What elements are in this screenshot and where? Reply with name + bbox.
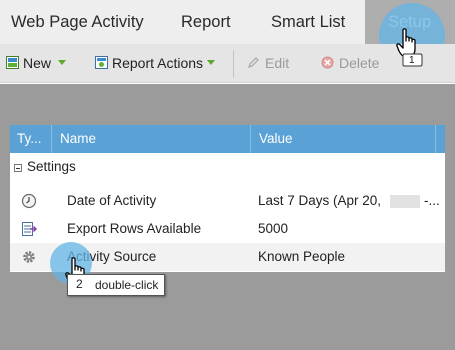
grid-header: Ty... Name Value bbox=[10, 125, 445, 153]
step-number: 1 bbox=[409, 55, 415, 66]
row-value: Known People bbox=[258, 249, 346, 264]
step-number: 2 bbox=[76, 277, 83, 291]
double-click-callout: 2 double-click bbox=[67, 274, 165, 296]
column-divider bbox=[435, 125, 436, 153]
tab-web-page-activity[interactable]: Web Page Activity bbox=[11, 0, 144, 44]
toolbar-divider bbox=[233, 50, 234, 78]
chevron-down-icon bbox=[58, 60, 66, 65]
table-row[interactable]: Date of Activity Last 7 Days (Apr 20, -.… bbox=[10, 187, 445, 215]
column-header-type[interactable]: Ty... bbox=[10, 125, 50, 153]
column-header-value[interactable]: Value bbox=[251, 125, 436, 153]
clock-icon bbox=[21, 193, 37, 209]
row-value: 5000 bbox=[258, 221, 289, 236]
new-icon bbox=[6, 56, 19, 69]
delete-label: Delete bbox=[339, 55, 380, 71]
callout-text: double-click bbox=[95, 278, 159, 292]
column-header-name[interactable]: Name bbox=[52, 125, 250, 153]
export-rows-icon bbox=[22, 222, 37, 236]
row-name: Date of Activity bbox=[67, 193, 157, 208]
row-value-suffix: -... bbox=[424, 193, 440, 208]
group-row-settings[interactable]: Settings bbox=[10, 157, 445, 179]
report-actions-icon bbox=[95, 56, 108, 69]
new-button-label: New bbox=[23, 55, 52, 71]
edit-label: Edit bbox=[265, 55, 290, 71]
group-label: Settings bbox=[27, 159, 76, 174]
edit-button[interactable]: Edit bbox=[247, 44, 297, 82]
row-value: Last 7 Days (Apr 20, bbox=[258, 193, 382, 208]
row-name: Export Rows Available bbox=[67, 221, 202, 236]
delete-button[interactable]: Delete bbox=[321, 44, 391, 82]
toolbar: New Report Actions Edit Delete bbox=[0, 44, 455, 83]
tab-smart-list[interactable]: Smart List bbox=[271, 0, 345, 44]
delete-icon bbox=[321, 56, 334, 69]
chevron-down-icon bbox=[207, 60, 215, 65]
pencil-icon bbox=[248, 57, 259, 68]
tab-report[interactable]: Report bbox=[181, 0, 231, 44]
new-button[interactable]: New bbox=[6, 44, 70, 82]
gear-icon bbox=[23, 251, 35, 263]
table-row[interactable]: Export Rows Available 5000 bbox=[10, 215, 445, 243]
redacted-value bbox=[390, 195, 420, 208]
report-actions-label: Report Actions bbox=[112, 55, 204, 71]
report-actions-button[interactable]: Report Actions bbox=[95, 44, 220, 82]
collapse-icon[interactable] bbox=[14, 164, 22, 172]
